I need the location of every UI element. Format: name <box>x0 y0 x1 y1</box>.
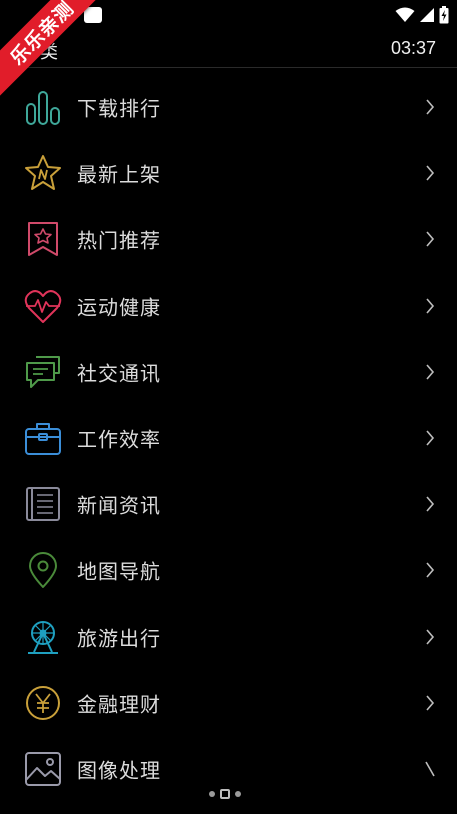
chevron-right-icon <box>426 562 435 578</box>
chevron-right-icon <box>426 298 435 314</box>
map-pin-icon <box>29 552 57 589</box>
star-n-icon <box>25 155 61 191</box>
category-label: 下载排行 <box>77 96 161 121</box>
page-dot-active <box>220 789 230 799</box>
category-label: 旅游出行 <box>77 626 161 651</box>
newspaper-icon <box>26 487 60 522</box>
wifi-icon <box>395 7 415 22</box>
category-label: 工作效率 <box>77 427 161 452</box>
status-icons <box>395 5 449 25</box>
category-label: 最新上架 <box>77 162 161 187</box>
category-item-news[interactable]: 新闻资讯 <box>0 471 457 537</box>
category-item-travel[interactable]: 旅游出行 <box>0 604 457 670</box>
heartbeat-icon <box>24 289 62 323</box>
battery-icon <box>439 6 449 24</box>
chevron-right-icon <box>426 629 435 645</box>
notification-icon <box>84 7 102 23</box>
chevron-right-icon <box>426 364 435 380</box>
signal-icon <box>420 8 434 22</box>
category-label: 图像处理 <box>77 758 161 783</box>
bookmark-star-icon <box>28 222 58 257</box>
chevron-right-icon <box>426 165 435 181</box>
category-item-maps[interactable]: 地图导航 <box>0 537 457 603</box>
yen-coin-icon <box>26 685 60 720</box>
chevron-right-icon <box>426 496 435 512</box>
category-item-downloads[interactable]: 下载排行 <box>0 74 457 140</box>
category-label: 地图导航 <box>77 559 161 584</box>
chevron-right-icon <box>425 761 435 777</box>
category-item-productivity[interactable]: 工作效率 <box>0 405 457 471</box>
category-label: 社交通讯 <box>77 361 161 386</box>
chat-bubbles-icon <box>26 355 60 388</box>
bar-chart-icon <box>26 91 60 126</box>
clock: 03:37 <box>390 38 436 58</box>
category-label: 热门推荐 <box>77 228 161 253</box>
chevron-right-icon <box>426 430 435 446</box>
category-item-social[interactable]: 社交通讯 <box>0 339 457 405</box>
page-dot <box>209 791 215 797</box>
category-label: 金融理财 <box>77 692 161 717</box>
chevron-right-icon <box>426 695 435 711</box>
page-dot <box>235 791 241 797</box>
category-item-health[interactable]: 运动健康 <box>0 273 457 339</box>
page-indicator <box>209 789 241 799</box>
ferris-wheel-icon <box>28 620 58 654</box>
category-label: 运动健康 <box>77 295 161 320</box>
briefcase-icon <box>25 423 61 456</box>
chevron-right-icon <box>426 99 435 115</box>
chevron-right-icon <box>426 231 435 247</box>
category-item-finance[interactable]: 金融理财 <box>0 670 457 736</box>
category-label: 新闻资讯 <box>77 493 161 518</box>
category-item-recommended[interactable]: 热门推荐 <box>0 206 457 272</box>
category-list: 下载排行 最新上架 热门推荐 运动健康 社交通讯 工作效率 新闻资讯 地图导航 … <box>0 74 457 802</box>
image-icon <box>25 751 61 786</box>
app-header: 类 03:37 <box>0 30 457 68</box>
category-item-new[interactable]: 最新上架 <box>0 140 457 206</box>
